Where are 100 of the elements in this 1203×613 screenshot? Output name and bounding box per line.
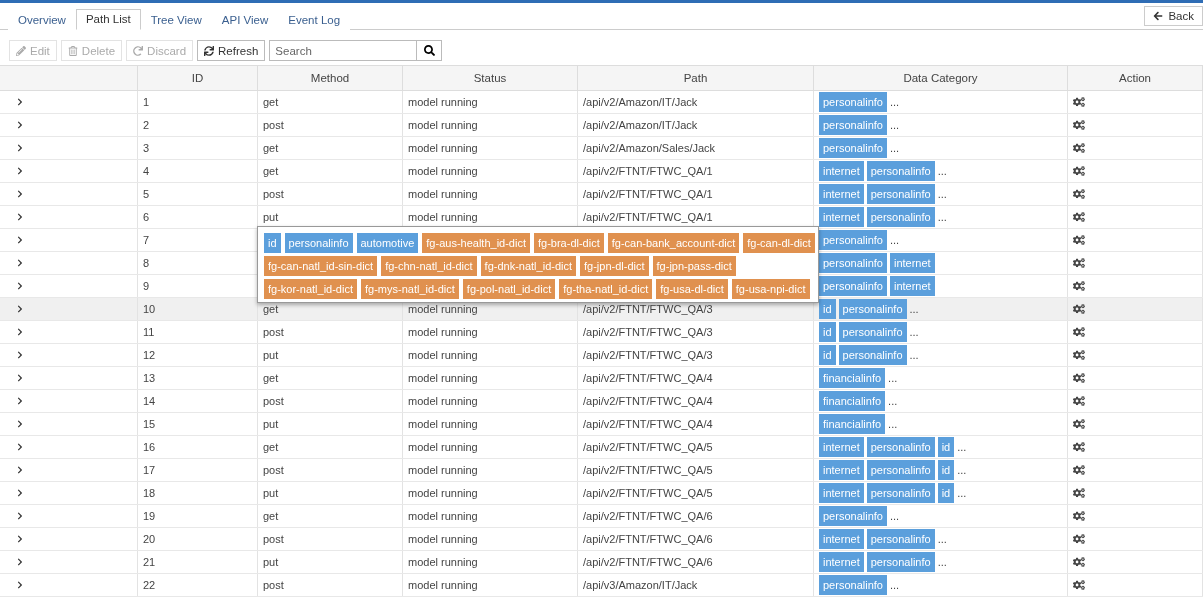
expand-icon[interactable] (16, 213, 24, 221)
back-button[interactable]: Back (1144, 6, 1203, 26)
expand-icon[interactable] (16, 489, 24, 497)
table-row[interactable]: 6 put model running /api/v2/FTNT/FTWC_QA/1 internet personalinfo ... (0, 206, 1203, 229)
more-link[interactable]: ... (888, 395, 898, 407)
expand-icon[interactable] (16, 351, 24, 359)
expand-icon[interactable] (16, 512, 24, 520)
expand-icon[interactable] (16, 121, 24, 129)
more-link[interactable]: ... (888, 372, 898, 384)
table-row[interactable]: 15 put model running /api/v2/FTNT/FTWC_QA/4 financialinfo ... (0, 413, 1203, 436)
expand-icon[interactable] (16, 236, 24, 244)
settings-icon[interactable] (1073, 211, 1085, 223)
table-row[interactable]: 1 get model running /api/v2/Amazon/IT/Jack personalinfo ... (0, 91, 1203, 114)
table-row[interactable]: 20 post model running /api/v2/FTNT/FTWC_QA/6 internet personalinfo ... (0, 528, 1203, 551)
table-row[interactable]: 17 post model running /api/v2/FTNT/FTWC_QA/5 internet personalinfo id ... (0, 459, 1203, 482)
more-link[interactable]: ... (889, 234, 900, 246)
table-row[interactable]: 18 put model running /api/v2/FTNT/FTWC_QA/5 internet personalinfo id ... (0, 482, 1203, 505)
more-link[interactable]: ... (889, 579, 900, 591)
expand-icon[interactable] (16, 259, 24, 267)
more-link[interactable]: ... (957, 487, 967, 499)
table-row[interactable]: 11 post model running /api/v2/FTNT/FTWC_QA/3 id personalinfo ... (0, 321, 1203, 344)
table-row[interactable]: 19 get model running /api/v2/FTNT/FTWC_QA/6 personalinfo ... (0, 505, 1203, 528)
table-row[interactable]: 2 post model running /api/v2/Amazon/IT/Jack personalinfo ... (0, 114, 1203, 137)
expand-icon[interactable] (16, 466, 24, 474)
more-link[interactable]: ... (909, 349, 919, 361)
more-link[interactable]: ... (889, 119, 900, 131)
settings-icon[interactable] (1073, 280, 1085, 292)
settings-icon[interactable] (1073, 533, 1085, 545)
expand-icon[interactable] (16, 443, 24, 451)
table-cell: /api/v3/Amazon/IT/Jack (583, 579, 698, 591)
expand-icon[interactable] (16, 397, 24, 405)
table-row[interactable]: 16 get model running /api/v2/FTNT/FTWC_QA/5 internet personalinfo id ... (0, 436, 1203, 459)
expand-icon[interactable] (16, 305, 24, 313)
expand-icon[interactable] (16, 420, 24, 428)
expand-icon[interactable] (16, 167, 24, 175)
table-row[interactable]: 13 get model running /api/v2/FTNT/FTWC_QA/4 financialinfo ... (0, 367, 1203, 390)
table-row[interactable]: 14 post model running /api/v2/FTNT/FTWC_QA/4 financialinfo ... (0, 390, 1203, 413)
settings-icon[interactable] (1073, 119, 1085, 131)
settings-icon[interactable] (1073, 326, 1085, 338)
table-cell: model running (408, 96, 478, 108)
category-tag: personalinfo (866, 460, 935, 480)
search-button[interactable] (417, 40, 443, 61)
settings-icon[interactable] (1073, 165, 1085, 177)
category-tag: fg-jpn-pass-dict (652, 256, 736, 276)
tab[interactable]: Path List (75, 9, 141, 30)
table-row[interactable]: 3 get model running /api/v2/Amazon/Sales/Jack personalinfo ... (0, 137, 1203, 160)
category-tag: id (937, 460, 955, 480)
more-link[interactable]: ... (957, 464, 967, 476)
settings-icon[interactable] (1073, 579, 1085, 591)
more-link[interactable]: ... (888, 418, 898, 430)
category-tag: personalinfo (866, 184, 935, 204)
expand-icon[interactable] (16, 535, 24, 543)
expand-icon[interactable] (16, 98, 24, 106)
more-link[interactable]: ... (937, 556, 947, 568)
more-link[interactable]: ... (889, 510, 900, 522)
category-tag: personalinfo (866, 529, 935, 549)
category-tag: personalinfo (819, 92, 887, 112)
expand-icon[interactable] (16, 144, 24, 152)
more-link[interactable]: ... (937, 533, 947, 545)
table-cell: model running (408, 211, 478, 223)
more-link[interactable]: ... (937, 188, 947, 200)
table-row[interactable]: 21 put model running /api/v2/FTNT/FTWC_QA/6 internet personalinfo ... (0, 551, 1203, 574)
settings-icon[interactable] (1073, 395, 1085, 407)
more-link[interactable]: ... (889, 96, 900, 108)
settings-icon[interactable] (1073, 303, 1085, 315)
refresh-button[interactable]: Refresh (197, 40, 266, 61)
table-cell: post (263, 119, 284, 131)
more-link[interactable]: ... (909, 326, 919, 338)
settings-icon[interactable] (1073, 464, 1085, 476)
settings-icon[interactable] (1073, 257, 1085, 269)
settings-icon[interactable] (1073, 96, 1085, 108)
expand-icon[interactable] (16, 328, 24, 336)
more-link[interactable]: ... (937, 165, 947, 177)
expand-icon[interactable] (16, 558, 24, 566)
table-row[interactable]: 12 put model running /api/v2/FTNT/FTWC_QA/3 id personalinfo ... (0, 344, 1203, 367)
settings-icon[interactable] (1073, 188, 1085, 200)
settings-icon[interactable] (1073, 234, 1085, 246)
settings-icon[interactable] (1073, 142, 1085, 154)
more-link[interactable]: ... (957, 441, 967, 453)
settings-icon[interactable] (1073, 418, 1085, 430)
table-row[interactable]: 4 get model running /api/v2/FTNT/FTWC_QA/1 internet personalinfo ... (0, 160, 1203, 183)
settings-icon[interactable] (1073, 487, 1085, 499)
expand-icon[interactable] (16, 190, 24, 198)
more-link[interactable]: ... (937, 211, 947, 223)
settings-icon[interactable] (1073, 349, 1085, 361)
settings-icon[interactable] (1073, 510, 1085, 522)
expand-icon[interactable] (16, 282, 24, 290)
table-cell: 18 (143, 487, 156, 499)
category-tag: id (819, 345, 836, 365)
expand-icon[interactable] (16, 581, 24, 589)
search-field[interactable]: Search (269, 40, 418, 61)
more-link[interactable]: ... (909, 303, 919, 315)
settings-icon[interactable] (1073, 372, 1085, 384)
more-link[interactable]: ... (889, 142, 900, 154)
table-row[interactable]: 22 post model running /api/v3/Amazon/IT/Jack personalinfo ... (0, 574, 1203, 597)
expand-icon[interactable] (16, 374, 24, 382)
table-row[interactable]: 5 post model running /api/v2/FTNT/FTWC_QA/1 internet personalinfo ... (0, 183, 1203, 206)
settings-icon[interactable] (1073, 556, 1085, 568)
settings-icon[interactable] (1073, 441, 1085, 453)
table-cell: /api/v2/FTNT/FTWC_QA/6 (583, 533, 713, 545)
